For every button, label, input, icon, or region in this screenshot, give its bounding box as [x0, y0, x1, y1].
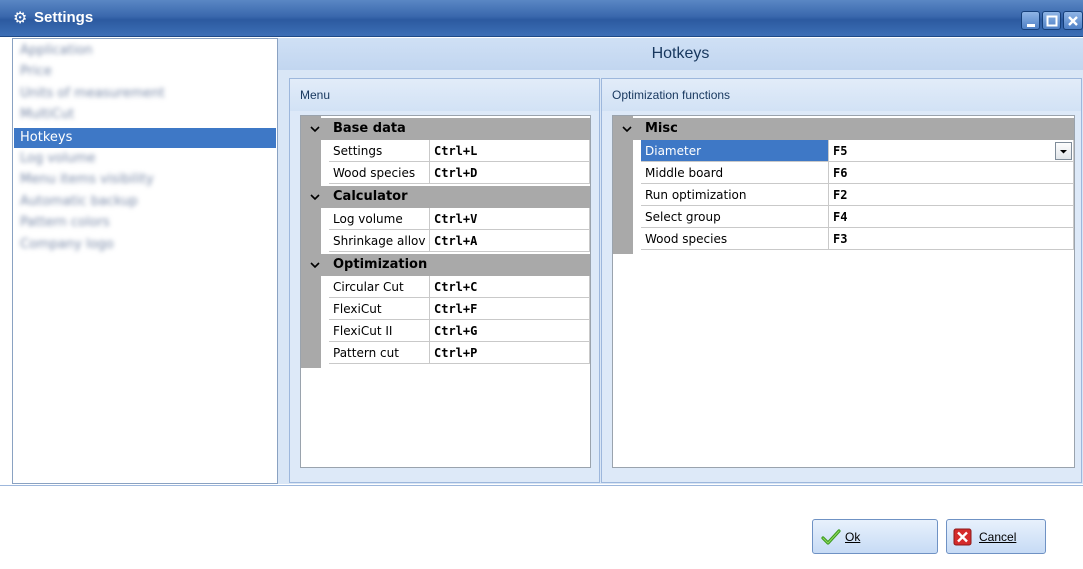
checkmark-icon: [821, 529, 841, 545]
hotkey-row-key[interactable]: Ctrl+L: [430, 140, 590, 162]
sidebar-item-hotkeys[interactable]: Hotkeys: [14, 128, 276, 148]
hotkey-row-key[interactable]: Ctrl+V: [430, 208, 590, 230]
sidebar-item-application[interactable]: Application: [14, 41, 276, 61]
chevron-down-icon: [622, 126, 632, 133]
group-header-misc[interactable]: Misc: [613, 118, 1074, 140]
close-icon: [1068, 16, 1078, 26]
red-x-icon: [953, 528, 972, 546]
menu-hotkey-grid[interactable]: Base data Settings Ctrl+L Wood species C…: [300, 115, 591, 468]
hotkey-row-key[interactable]: Ctrl+P: [430, 342, 590, 364]
maximize-button[interactable]: [1042, 11, 1061, 30]
group-header-base-data[interactable]: Base data: [301, 118, 590, 140]
hotkey-row-key[interactable]: Ctrl+D: [430, 162, 590, 184]
group-label: Calculator: [333, 189, 408, 204]
hotkey-row-label[interactable]: Select group: [641, 206, 829, 228]
ok-button[interactable]: Ok: [812, 519, 938, 554]
hotkey-row-label[interactable]: Wood species: [641, 228, 829, 250]
hotkey-row-key[interactable]: F2: [829, 184, 1074, 206]
settings-category-list[interactable]: Application Price Units of measurement M…: [12, 38, 278, 484]
cancel-label: Cancel: [979, 530, 1016, 544]
hotkey-row-label[interactable]: Wood species: [329, 162, 430, 184]
chevron-down-icon: [310, 262, 320, 269]
chevron-down-icon: [310, 126, 320, 133]
menu-group-title: Menu: [290, 79, 599, 111]
hotkey-row-label-selected[interactable]: Diameter: [641, 140, 829, 162]
hotkey-row-label[interactable]: FlexiCut: [329, 298, 430, 320]
hotkey-row-key[interactable]: F6: [829, 162, 1074, 184]
divider: [0, 485, 1083, 486]
hotkey-row-label[interactable]: Middle board: [641, 162, 829, 184]
cancel-button[interactable]: Cancel: [946, 519, 1046, 554]
sidebar-item-units[interactable]: Units of measurement: [14, 84, 276, 104]
sidebar-item-log-volume[interactable]: Log volume: [14, 149, 276, 169]
sidebar-item-multicut[interactable]: MultiCut: [14, 105, 276, 125]
group-label: Optimization: [333, 257, 428, 272]
page-title: Hotkeys: [278, 38, 1083, 70]
group-header-optimization[interactable]: Optimization: [301, 254, 590, 276]
chevron-down-icon: [310, 194, 320, 201]
group-header-calculator[interactable]: Calculator: [301, 186, 590, 208]
optimization-group-title: Optimization functions: [602, 79, 1081, 111]
hotkey-row-label[interactable]: Circular Cut: [329, 276, 430, 298]
hotkey-row-label[interactable]: Shrinkage allov: [329, 230, 430, 252]
menu-group: Menu Base data Settings Ctrl+L Wood spec…: [289, 78, 600, 483]
sidebar-item-pattern-colors[interactable]: Pattern colors: [14, 213, 276, 233]
hotkey-row-key[interactable]: F3: [829, 228, 1074, 250]
group-label: Base data: [333, 121, 406, 136]
cancel-label-text: Cancel: [979, 530, 1017, 544]
chevron-down-icon: [1060, 150, 1067, 154]
hotkey-row-key[interactable]: Ctrl+A: [430, 230, 590, 252]
sidebar-item-price[interactable]: Price: [14, 62, 276, 82]
gear-icon: ⚙: [13, 8, 28, 27]
hotkey-row-key[interactable]: Ctrl+C: [430, 276, 590, 298]
hotkey-row-key[interactable]: F4: [829, 206, 1074, 228]
group-label: Misc: [645, 121, 678, 136]
hotkey-row-label[interactable]: Settings: [329, 140, 430, 162]
dropdown-button[interactable]: [1055, 142, 1072, 160]
title-bar: ⚙ Settings: [0, 0, 1083, 37]
hotkey-row-label[interactable]: FlexiCut II: [329, 320, 430, 342]
hotkey-key-combobox[interactable]: F5: [829, 140, 1074, 162]
sidebar-item-menu-visibility[interactable]: Menu items visibility: [14, 170, 276, 190]
minimize-icon: [1027, 24, 1035, 27]
optimization-functions-group: Optimization functions Misc Diameter F5 …: [601, 78, 1082, 483]
ok-label: Ok: [845, 530, 861, 544]
window-title: Settings: [34, 9, 94, 26]
close-button[interactable]: [1063, 11, 1083, 30]
optimization-hotkey-grid[interactable]: Misc Diameter F5 Middle board F6 Run opt…: [612, 115, 1075, 468]
hotkey-row-key[interactable]: Ctrl+G: [430, 320, 590, 342]
sidebar-item-company-logo[interactable]: Company logo: [14, 235, 276, 255]
hotkey-row-label[interactable]: Pattern cut: [329, 342, 430, 364]
hotkey-row-key[interactable]: Ctrl+F: [430, 298, 590, 320]
maximize-icon: [1046, 15, 1058, 27]
hotkey-row-label[interactable]: Log volume: [329, 208, 430, 230]
sidebar-item-backup[interactable]: Automatic backup: [14, 192, 276, 212]
grid-gutter: [301, 116, 321, 368]
minimize-button[interactable]: [1021, 11, 1040, 30]
hotkey-row-label[interactable]: Run optimization: [641, 184, 829, 206]
